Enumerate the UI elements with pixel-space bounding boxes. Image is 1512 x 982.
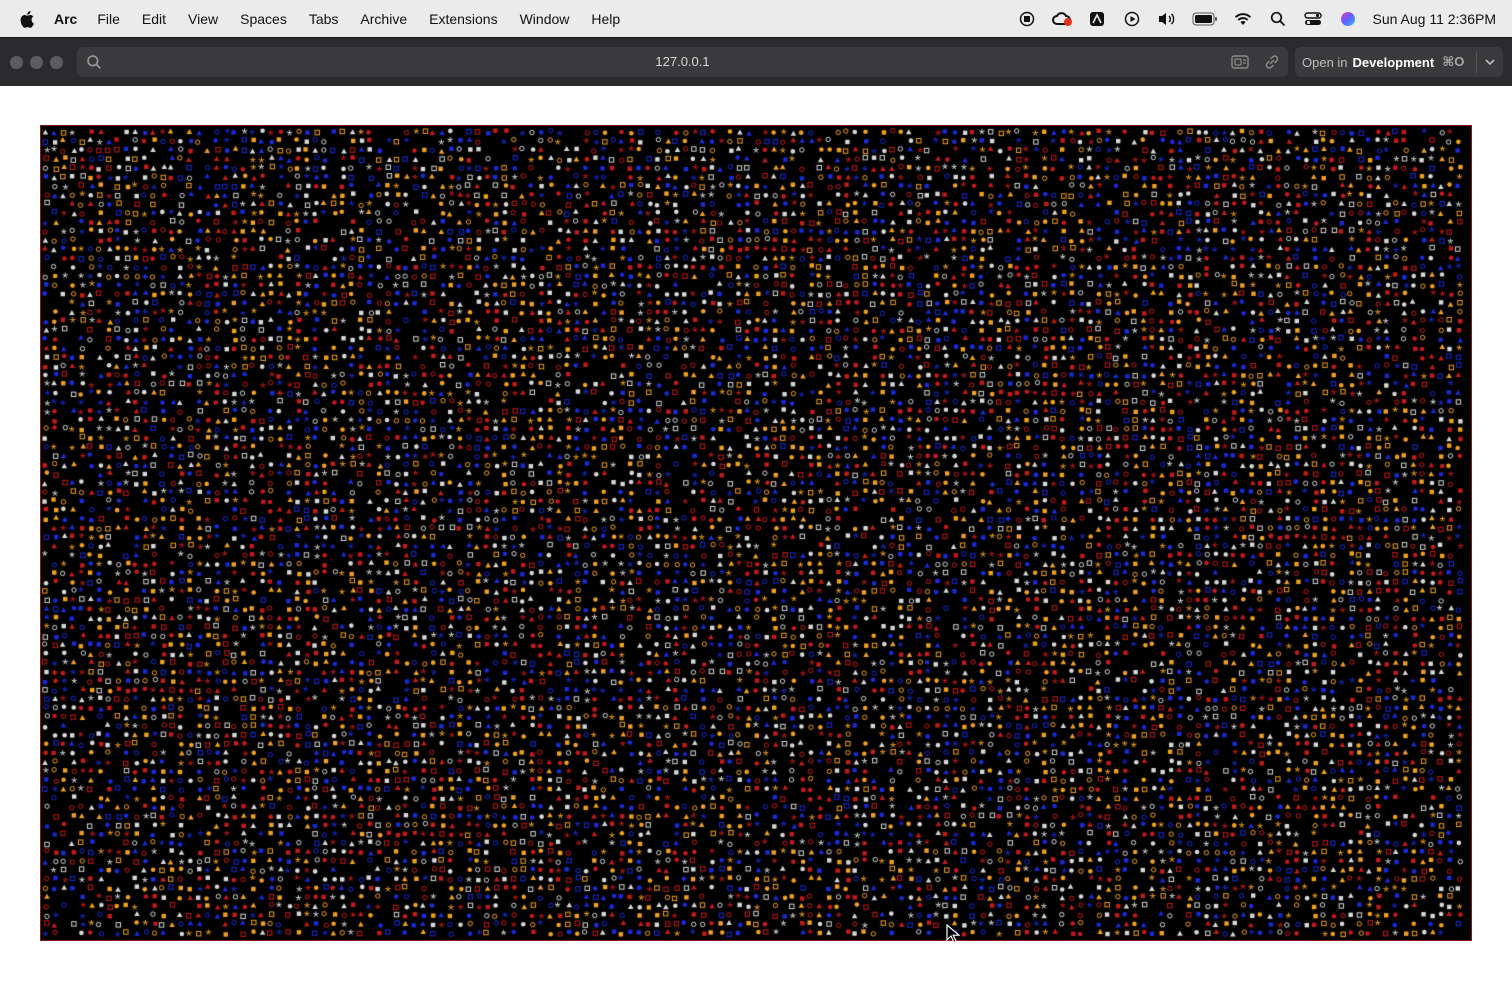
zoom-window-button[interactable] — [50, 56, 63, 69]
wifi-icon[interactable] — [1232, 10, 1254, 28]
arc-drive-icon[interactable] — [1086, 10, 1108, 28]
menu-edit[interactable]: Edit — [142, 11, 166, 27]
menu-help[interactable]: Help — [591, 11, 620, 27]
shape-pattern-canvas[interactable] — [40, 125, 1472, 941]
menu-clock[interactable]: Sun Aug 11 2:36PM — [1373, 11, 1497, 27]
open-in-divider — [1476, 51, 1477, 73]
siri-icon[interactable] — [1337, 10, 1359, 28]
address-text[interactable]: 127.0.0.1 — [77, 54, 1288, 69]
menu-app-name[interactable]: Arc — [54, 11, 77, 27]
record-icon[interactable] — [1016, 10, 1038, 28]
status-area: Sun Aug 11 2:36PM — [1003, 0, 1512, 37]
open-in-target: Development — [1352, 54, 1435, 70]
menu-window[interactable]: Window — [520, 11, 570, 27]
open-in-shortcut: ⌘O — [1442, 54, 1465, 69]
copy-link-icon[interactable] — [1263, 53, 1281, 71]
menu-tabs[interactable]: Tabs — [309, 11, 339, 27]
mouse-cursor-icon — [946, 923, 961, 944]
menu-view[interactable]: View — [188, 11, 218, 27]
volume-icon[interactable] — [1156, 10, 1178, 28]
spotlight-icon[interactable] — [1267, 10, 1289, 28]
creative-cloud-icon[interactable] — [1051, 10, 1073, 28]
control-center-icon[interactable] — [1302, 10, 1324, 28]
open-in-button[interactable]: Open in Development ⌘O — [1295, 47, 1503, 77]
open-in-label: Open in — [1302, 54, 1348, 70]
address-bar[interactable]: 127.0.0.1 — [77, 47, 1288, 77]
apple-logo-icon[interactable] — [20, 10, 36, 28]
menu-spaces[interactable]: Spaces — [240, 11, 287, 27]
menu-file[interactable]: File — [97, 11, 120, 27]
chevron-down-icon[interactable] — [1484, 55, 1496, 69]
close-window-button[interactable] — [10, 56, 23, 69]
menu-bar: Arc File Edit View Spaces Tabs Archive E… — [0, 0, 1512, 37]
browser-toolbar: 127.0.0.1 Open in Development ⌘O — [0, 37, 1512, 86]
menu-extensions[interactable]: Extensions — [429, 11, 497, 27]
play-icon[interactable] — [1121, 10, 1143, 28]
window-controls — [10, 56, 70, 69]
minimize-window-button[interactable] — [30, 56, 43, 69]
web-page — [0, 86, 1512, 982]
menu-archive[interactable]: Archive — [360, 11, 407, 27]
battery-icon[interactable] — [1191, 10, 1219, 28]
capture-icon[interactable] — [1230, 53, 1250, 71]
